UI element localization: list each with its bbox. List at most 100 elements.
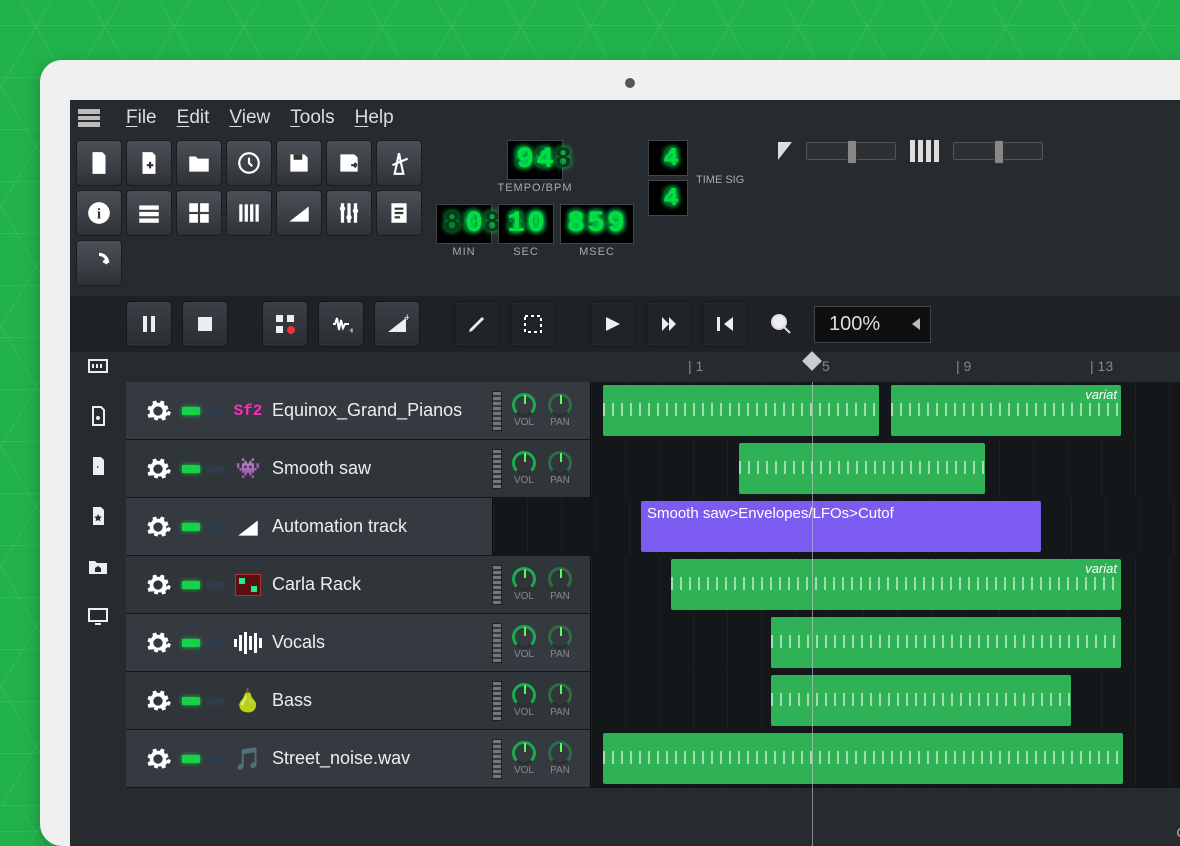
menu-edit[interactable]: Edit [167, 103, 220, 133]
menu-help[interactable]: Help [345, 103, 404, 133]
clip[interactable] [739, 443, 985, 494]
solo-led[interactable] [206, 407, 224, 415]
pan-knob[interactable]: PAN [548, 683, 572, 718]
stop-button[interactable] [182, 301, 228, 347]
save-button[interactable] [276, 140, 322, 186]
pan-knob[interactable]: PAN [548, 393, 572, 428]
volume-knob[interactable]: VOL [512, 567, 536, 602]
mute-led[interactable] [182, 639, 200, 647]
add-automation-track-button[interactable]: + [374, 301, 420, 347]
new-file-button[interactable] [76, 140, 122, 186]
track-settings-icon[interactable] [144, 397, 172, 425]
track-name[interactable]: Carla Rack [272, 574, 482, 595]
pan-knob[interactable]: PAN [548, 567, 572, 602]
time-display[interactable]: 8880MIN 8810SEC 888859MSEC [436, 204, 634, 258]
bb-editor-button[interactable] [176, 190, 222, 236]
track-lane[interactable] [590, 730, 1180, 787]
pause-button[interactable] [126, 301, 172, 347]
track-name[interactable]: Street_noise.wav [272, 748, 482, 769]
track-lane[interactable] [590, 672, 1180, 729]
solo-led[interactable] [206, 581, 224, 589]
pan-knob[interactable]: PAN [548, 741, 572, 776]
piano-roll-button[interactable] [226, 190, 272, 236]
mute-led[interactable] [182, 581, 200, 589]
clip[interactable]: variat [891, 385, 1121, 436]
song-editor-button[interactable] [126, 190, 172, 236]
recent-files-button[interactable] [226, 140, 272, 186]
track-settings-icon[interactable] [144, 629, 172, 657]
track-name[interactable]: Equinox_Grand_Pianos [272, 400, 482, 421]
track-name[interactable]: Bass [272, 690, 482, 711]
info-button[interactable]: i [76, 190, 122, 236]
mute-led[interactable] [182, 407, 200, 415]
computer-tab-icon[interactable] [86, 604, 110, 628]
add-sample-track-button[interactable]: + [318, 301, 364, 347]
solo-led[interactable] [206, 639, 224, 647]
playhead-marker[interactable] [802, 351, 822, 371]
clip[interactable] [603, 733, 1123, 784]
clip[interactable] [771, 675, 1071, 726]
volume-knob[interactable]: VOL [512, 451, 536, 486]
volume-knob[interactable]: VOL [512, 393, 536, 428]
track-settings-icon[interactable] [144, 745, 172, 773]
clip[interactable]: variat [671, 559, 1121, 610]
track-settings-icon[interactable] [144, 687, 172, 715]
pan-knob[interactable]: PAN [548, 625, 572, 660]
zoom-field[interactable]: 100% [814, 306, 931, 343]
track-lane[interactable]: Smooth saw>Envelopes/LFOs>Cutof [492, 498, 1180, 555]
metronome-button[interactable] [376, 140, 422, 186]
volume-knob[interactable]: VOL [512, 625, 536, 660]
zoom-icon[interactable] [758, 301, 804, 347]
open-file-button[interactable] [176, 140, 222, 186]
mute-led[interactable] [182, 755, 200, 763]
record-pattern-button[interactable] [262, 301, 308, 347]
my-files-tab-icon[interactable] [86, 454, 110, 478]
presets-tab-icon[interactable] [86, 504, 110, 528]
track-lane[interactable] [590, 440, 1180, 497]
menu-view[interactable]: View [219, 103, 280, 133]
project-notes-button[interactable] [376, 190, 422, 236]
clip[interactable]: Smooth saw>Envelopes/LFOs>Cutof [641, 501, 1041, 552]
forward-button[interactable] [590, 301, 636, 347]
mute-led[interactable] [182, 523, 200, 531]
track-name[interactable]: Smooth saw [272, 458, 482, 479]
track-settings-icon[interactable] [144, 571, 172, 599]
tempo-display[interactable]: 88894 TEMPO/BPM [436, 140, 634, 194]
solo-led[interactable] [206, 523, 224, 531]
track-lane[interactable]: variat [590, 382, 1180, 439]
solo-led[interactable] [206, 755, 224, 763]
track-lane[interactable] [590, 614, 1180, 671]
track-settings-icon[interactable] [144, 513, 172, 541]
pan-knob[interactable]: PAN [548, 451, 572, 486]
export-button[interactable] [326, 140, 372, 186]
menu-tools[interactable]: Tools [280, 103, 344, 133]
volume-knob[interactable]: VOL [512, 741, 536, 776]
track-settings-icon[interactable] [144, 455, 172, 483]
automation-editor-button[interactable] [276, 190, 322, 236]
controller-rack-button[interactable] [76, 240, 122, 286]
skip-start-button[interactable] [702, 301, 748, 347]
master-pitch-slider[interactable] [953, 142, 1043, 160]
skip-end-button[interactable] [646, 301, 692, 347]
solo-led[interactable] [206, 697, 224, 705]
draw-mode-button[interactable] [454, 301, 500, 347]
master-volume-slider[interactable] [806, 142, 896, 160]
clip[interactable] [771, 617, 1121, 668]
samples-tab-icon[interactable] [86, 404, 110, 428]
track-lane[interactable]: variat [590, 556, 1180, 613]
select-mode-button[interactable] [510, 301, 556, 347]
mute-led[interactable] [182, 465, 200, 473]
instruments-tab-icon[interactable] [86, 354, 110, 378]
menu-file[interactable]: File [116, 103, 167, 133]
home-tab-icon[interactable] [86, 554, 110, 578]
volume-knob[interactable]: VOL [512, 683, 536, 718]
track-name[interactable]: Vocals [272, 632, 482, 653]
new-from-template-button[interactable] [126, 140, 172, 186]
solo-led[interactable] [206, 465, 224, 473]
clip[interactable] [603, 385, 879, 436]
fx-mixer-button[interactable] [326, 190, 372, 236]
mute-led[interactable] [182, 697, 200, 705]
time-signature[interactable]: 84 84 [648, 140, 688, 216]
timeline-ruler[interactable]: | 15| 9| 13 [662, 352, 1180, 382]
track-name[interactable]: Automation track [272, 516, 482, 537]
